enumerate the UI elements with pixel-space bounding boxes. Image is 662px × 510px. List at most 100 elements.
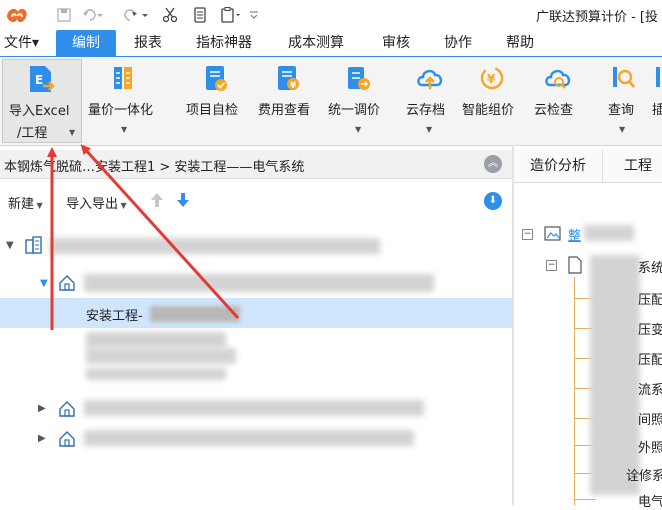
tree-item-label: 安装工程- [86,309,143,324]
unified-pricing-button[interactable]: 统一调价 ▼ [326,59,392,141]
svg-text:¥: ¥ [487,72,496,86]
price-integration-icon [114,67,132,89]
expand-down-icon[interactable]: ▼ [40,278,48,289]
copy-icon[interactable] [190,6,210,24]
chevron-down-icon: ▼ [34,201,43,210]
chevron-down-icon[interactable]: ▼ [426,125,432,134]
menu-edit[interactable]: 编制 [56,30,116,56]
breadcrumb-text: 本钢炼气脱硫…安装工程1 > 安装工程——电气系统 [4,160,305,175]
menu-bar: 文件▾ 编制 报表 指标神器 成本测算 审核 协作 帮助 [0,30,662,57]
import-export-label: 导入导出 [66,197,119,212]
smart-pricing-button[interactable]: ¥ 智能组价 [458,59,528,141]
expand-down-icon[interactable]: ▼ [6,240,14,251]
title-bar: 广联达预算计价 - [投 [0,0,662,30]
home-icon [59,401,75,417]
cut-icon[interactable] [160,6,180,24]
svg-text:¥: ¥ [290,81,297,91]
price-integration-button[interactable]: 量价一体化 ▼ [84,59,166,141]
menu-review[interactable]: 审核 [382,30,410,56]
expand-right-icon[interactable]: ▶ [38,433,46,444]
project-tree: ▼ ▼ 安装工程- ▶ ▶ [0,226,512,505]
menu-report[interactable]: 报表 [134,30,162,56]
price-integration-label: 量价一体化 [88,103,154,118]
collapse-icon[interactable]: − [522,229,533,240]
import-excel-label-line2: /工程 [17,126,48,141]
menu-index-tool[interactable]: 指标神器 [196,30,252,56]
smart-pricing-icon: ¥ [480,66,504,90]
ribbon-toolbar: E 导入Excel /工程 ▼ 量价一体化 ▼ 项目自检 ¥ 费用查看 统一调价… [0,57,662,146]
cloud-check-button[interactable]: 云检查 [528,59,588,141]
chevron-down-icon[interactable]: ▼ [619,125,625,134]
paste-icon[interactable] [218,6,244,24]
self-check-button[interactable]: 项目自检 [184,59,250,141]
import-excel-label-line1: 导入Excel [9,104,70,119]
tab-project[interactable]: 工程 [614,150,662,182]
redacted-text [84,400,424,416]
undo-icon[interactable] [80,6,106,24]
move-up-icon[interactable] [150,191,164,213]
save-icon[interactable] [54,6,74,24]
breadcrumb: 本钢炼气脱硫…安装工程1 > 安装工程——电气系统 ︽ [0,150,512,179]
cloud-check-label: 云检查 [534,103,574,118]
insert-label: 插 [652,103,662,118]
download-icon[interactable]: ⬇ [484,192,502,210]
tree-row-collapsed[interactable]: ▶ [0,394,512,424]
cloud-check-icon [545,69,571,89]
chevron-down-icon[interactable]: ▼ [355,125,361,134]
collapse-up-icon[interactable]: ︽ [484,155,502,173]
tree-row-selected[interactable]: 安装工程- [0,298,512,328]
tree-item-fragment: 压变 [638,323,662,338]
import-excel-icon: E [30,66,55,92]
cloud-archive-icon [417,69,443,89]
menu-help[interactable]: 帮助 [506,30,534,56]
cost-view-label: 费用查看 [258,103,311,118]
insert-icon [656,67,660,87]
menu-cost-estimate[interactable]: 成本测算 [288,30,344,56]
root-node-label[interactable]: 整 [568,225,581,244]
tree-item-fragment: 压配 [638,293,662,308]
tree-row-single-project[interactable]: ▼ [0,268,512,298]
cost-tree: − 整 − 系统 压配 压变 压配 流系 间照 外照 诠修系 电气 [514,183,662,510]
cost-view-button[interactable]: ¥ 费用查看 [254,59,324,141]
redo-icon[interactable] [122,6,152,24]
tree-item-fragment: 系统 [638,261,662,276]
redacted-text [86,368,226,380]
query-icon [613,67,635,88]
chevron-down-icon[interactable]: ▼ [121,125,127,134]
svg-text:E: E [35,73,43,87]
tree-row-collapsed[interactable]: ▶ [0,424,512,454]
import-excel-button[interactable]: E 导入Excel /工程 ▼ [2,59,82,143]
new-label: 新建 [8,197,35,212]
project-toolbar: 新建 ▼ 导入导出 ▼ ⬇ [0,188,512,216]
customize-quick-access-icon[interactable] [248,6,260,24]
tree-item-fragment: 压配 [638,353,662,368]
redacted-text [84,430,414,446]
move-down-icon[interactable] [176,191,190,213]
tree-row[interactable] [0,366,512,396]
query-button[interactable]: 查询 ▼ [600,59,646,141]
redacted-text [590,255,640,495]
unified-pricing-label: 统一调价 [328,103,381,118]
redacted-text [584,225,634,241]
redacted-text [84,274,434,292]
insert-button[interactable]: 插 [650,59,662,141]
import-export-button[interactable]: 导入导出 ▼ [66,193,127,212]
new-button[interactable]: 新建 ▼ [8,193,43,212]
tab-cost-analysis[interactable]: 造价分析 [514,150,603,182]
image-icon [544,226,561,241]
menu-file[interactable]: 文件▾ [4,30,39,56]
self-check-icon [206,66,227,91]
collapse-icon[interactable]: − [546,260,557,271]
redacted-text [86,348,236,364]
menu-collaborate[interactable]: 协作 [444,30,472,56]
redacted-text [50,238,380,254]
tree-item-fragment: 外照 [638,441,662,456]
chevron-down-icon[interactable]: ▼ [69,128,75,137]
cloud-archive-button[interactable]: 云存档 ▼ [400,59,460,141]
tree-item-fragment: 间照 [638,413,662,428]
expand-right-icon[interactable]: ▶ [38,403,46,414]
unified-pricing-icon [348,67,370,90]
tree-row-root[interactable]: ▼ [0,230,512,260]
tree-item-fragment: 电气 [638,495,662,510]
home-icon [59,431,75,447]
